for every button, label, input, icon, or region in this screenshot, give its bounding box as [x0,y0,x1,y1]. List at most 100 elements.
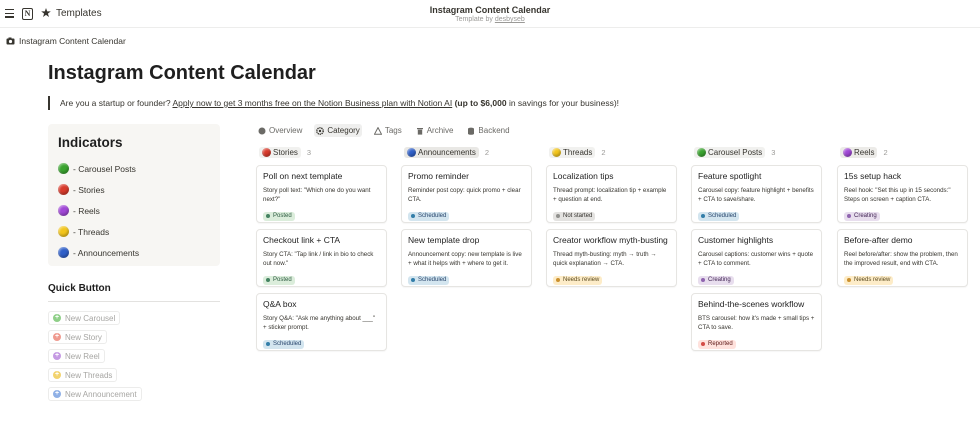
card-body: Carousel captions: customer wins + quote… [698,251,814,267]
column-name: Reels [854,147,875,157]
status-dot [266,214,270,218]
status-badge: Scheduled [408,275,450,285]
indicator-label: - Stories [73,184,105,195]
status-dot [701,214,705,218]
status-badge: Needs review [844,275,894,285]
card-title: Behind-the-scenes workflow [698,299,805,309]
column-name: Carousel Posts [708,147,763,157]
new-threads-button[interactable]: + New Threads [48,368,118,382]
callout-link[interactable]: Apply now to get 3 months free on the No… [172,98,452,108]
card-body: Reel before/after: show the problem, the… [844,251,958,267]
callout-suffix: in savings for your business)! [508,98,620,108]
board-card[interactable]: Customer highlights Carousel captions: c… [691,229,822,287]
status-label: Scheduled [273,341,302,347]
indicator-label: - Reels [73,205,100,216]
new-announcement-button[interactable]: + New Announcement [48,387,142,401]
card-title: Checkout link + CTA [263,235,341,245]
page-breadcrumb-label: Instagram Content Calendar [19,36,126,46]
column-header[interactable]: Announcements 2 [404,146,532,158]
board-column-carousel-posts: Carousel Posts 3 Feature spotlight Carou… [691,146,822,351]
status-badge: Not started [553,211,596,221]
tab-category[interactable]: Category [314,124,362,137]
new-reel-button[interactable]: + New Reel [48,349,105,363]
column-header[interactable]: Reels 2 [840,146,968,158]
column-count: 3 [306,147,312,157]
card-title: New template drop [408,235,480,245]
tab-overview[interactable]: Overview [256,124,304,137]
new-story-button[interactable]: + New Story [48,330,107,344]
board-card[interactable]: 15s setup hack Reel hook: "Set this up i… [837,165,968,223]
card-title: Feature spotlight [698,171,762,181]
board-card[interactable]: Promo reminder Reminder post copy: quick… [401,165,532,223]
view-tabs: Overview Category Tags Archive Backend [256,124,512,137]
yellow-circle-icon [58,226,69,237]
tab-archive[interactable]: Archive [414,124,456,137]
indicator-threads: - Threads [58,221,210,242]
template-attribution: Template by desbyseb [0,16,980,23]
gear-icon [316,126,325,135]
plus-icon: + [53,333,61,341]
indicator-stories: - Stories [58,179,210,200]
author-link[interactable]: desbyseb [495,16,525,23]
board-card[interactable]: Behind-the-scenes workflow BTS carousel:… [691,293,822,351]
camera-icon [6,37,15,45]
board-card[interactable]: Before-after demo Reel before/after: sho… [837,229,968,287]
card-body: Thread myth-busting: myth → truth → quic… [553,251,657,267]
callout-bold: (up to $6,000 [454,98,507,108]
column-count: 3 [771,147,776,157]
status-badge: Scheduled [698,211,740,221]
board-card[interactable]: Poll on next template Story poll text: "… [256,165,387,223]
board-column-reels: Reels 2 15s setup hack Reel hook: "Set t… [837,146,968,287]
indicator-announcements: - Announcements [58,242,210,263]
trash-icon [416,127,423,135]
tab-label: Category [327,126,360,135]
status-label: Posted [273,213,292,219]
status-dot [556,214,560,218]
status-badge: Scheduled [408,211,450,221]
column-tag: Threads [549,146,596,158]
status-label: Creating [854,213,877,219]
indicators-panel: Indicators - Carousel Posts - Stories - … [48,124,220,266]
board-card[interactable]: New template drop Announcement copy: new… [401,229,532,287]
column-name: Announcements [418,147,476,157]
tab-label: Archive [426,126,454,135]
board-card[interactable]: Feature spotlight Carousel copy: feature… [691,165,822,223]
attribution-prefix: Template by [455,16,493,23]
page-breadcrumb[interactable]: Instagram Content Calendar [6,36,126,46]
button-label: New Reel [65,351,100,361]
column-header[interactable]: Stories 3 [259,146,387,158]
column-tag: Reels [840,146,878,158]
indicators-title: Indicators [58,135,123,150]
status-label: Creating [708,277,731,283]
board-card[interactable]: Q&A box Story Q&A: "Ask me anything abou… [256,293,387,351]
card-body: Story poll text: "Which one do you want … [263,187,371,203]
status-dot [701,278,705,282]
status-label: Posted [273,277,292,283]
callout-prefix: Are you a startup or founder? [60,98,171,108]
column-header[interactable]: Carousel Posts 3 [694,146,822,158]
new-carousel-button[interactable]: + New Carousel [48,311,121,325]
tab-tags[interactable]: Tags [372,124,404,137]
status-label: Scheduled [418,277,447,283]
page-title: Instagram Content Calendar [48,62,316,84]
indicator-label: - Announcements [73,247,140,258]
status-label: Scheduled [418,213,447,219]
board-card[interactable]: Checkout link + CTA Story CTA: "Tap link… [256,229,387,287]
tab-label: Tags [384,126,402,135]
board-card[interactable]: Localization tips Thread prompt: localiz… [546,165,677,223]
column-header[interactable]: Threads 2 [549,146,677,158]
card-body: Thread prompt: localization tip + exampl… [553,187,667,203]
column-tag: Stories [259,146,301,158]
quick-button-heading: Quick Button [48,283,111,294]
column-name: Threads [563,147,593,157]
status-label: Scheduled [708,213,737,219]
card-title: Localization tips [553,171,614,181]
card-body: Reminder post copy: quick promo + clear … [408,187,521,203]
board-card[interactable]: Creator workflow myth-busting Thread myt… [546,229,677,287]
database-icon [468,127,475,135]
tab-backend[interactable]: Backend [465,124,511,137]
status-dot [411,214,415,218]
card-body: Announcement copy: new template is live … [408,251,522,267]
purple-circle-icon [58,205,69,216]
indicator-reels: - Reels [58,200,210,221]
